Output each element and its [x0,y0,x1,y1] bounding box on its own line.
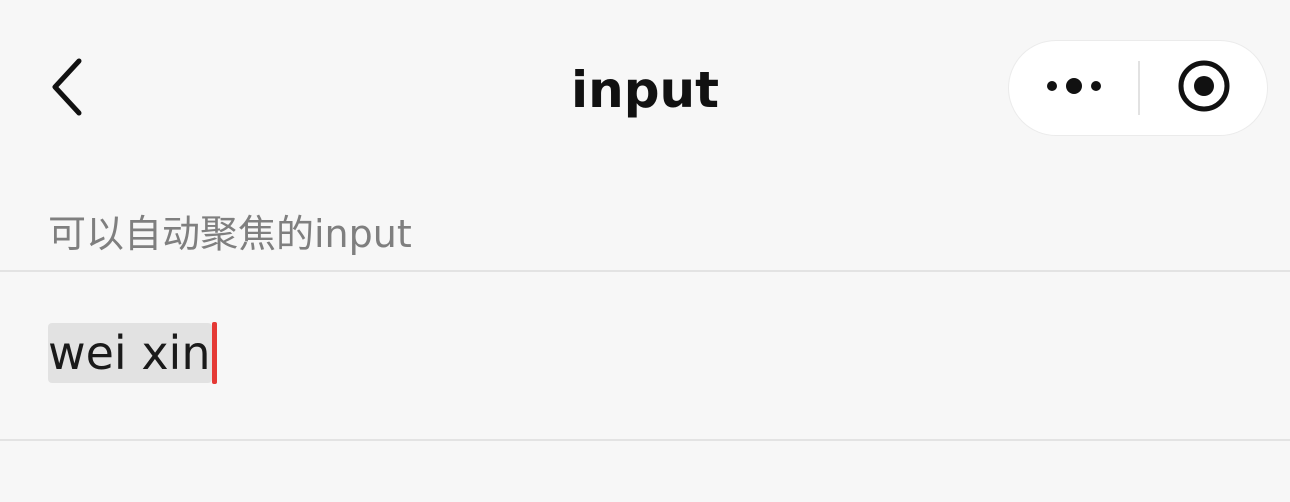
target-circle-icon [1176,58,1232,118]
more-dots-icon [1044,74,1104,102]
close-button[interactable] [1140,41,1268,135]
section-label: 可以自动聚焦的input [48,212,412,256]
text-caret [212,322,218,384]
input-content: wei xin [48,322,218,384]
autofocus-input[interactable]: wei xin [0,272,1290,439]
page: input 可以自动聚焦的input wei xin [0,0,1290,502]
divider-bottom [0,439,1290,441]
composing-text: wei xin [48,323,213,383]
navigation-bar: input [0,0,1290,180]
menu-capsule [1008,40,1268,136]
more-button[interactable] [1009,41,1138,135]
